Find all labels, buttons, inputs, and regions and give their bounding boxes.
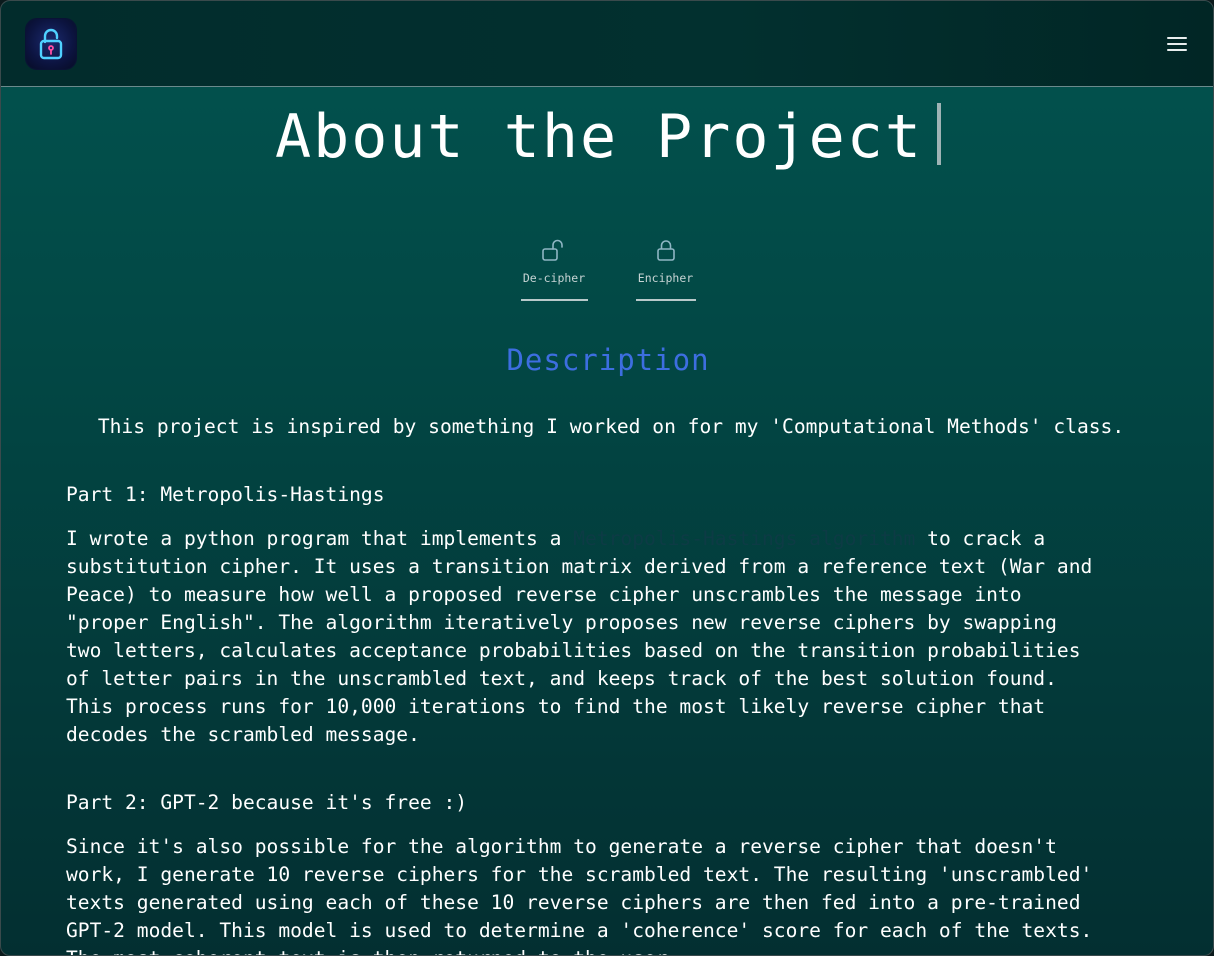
page-title: About the Project <box>1 101 1213 173</box>
part2-line: work, I generate 10 reverse ciphers for … <box>66 863 1093 886</box>
part2-line: Since it's also possible for the algorit… <box>66 835 1057 858</box>
part1-line: "proper English". The algorithm iterativ… <box>66 611 1057 634</box>
part1-line: two letters, calculates acceptance proba… <box>66 639 1081 662</box>
tab-encipher-underline <box>635 299 696 301</box>
tab-decipher-label: De-cipher <box>522 271 586 285</box>
part1-line-text: I wrote a python program that implements… <box>66 527 574 550</box>
tab-decipher-underline <box>520 299 588 301</box>
padlock-open-icon <box>39 28 63 60</box>
part1-line: Peace) to measure how well a proposed re… <box>66 583 1022 606</box>
part1-line: I wrote a python program that implements… <box>66 525 1156 553</box>
part1-line: of letter pairs in the unscrambled text,… <box>66 667 1057 690</box>
browser-viewport: About the Project De-cipher Encipher Des… <box>0 0 1214 956</box>
unlock-icon <box>542 239 563 261</box>
part1-paragraph: I wrote a python program that implements… <box>66 525 1156 749</box>
part1-heading: Part 1: Metropolis-Hastings <box>66 483 385 506</box>
tab-decipher[interactable]: De-cipher <box>520 237 588 301</box>
part1-line: substitution cipher. It uses a transitio… <box>66 555 1093 578</box>
metropolis-hastings-link[interactable]: Metropolis-Hastings algorithm <box>573 527 915 550</box>
navbar <box>1 1 1213 87</box>
tab-encipher[interactable]: Encipher <box>635 237 696 301</box>
part2-heading: Part 2: GPT-2 because it's free :) <box>66 791 468 814</box>
lock-icon <box>656 240 675 261</box>
part2-line: texts generated using each of these 10 r… <box>66 891 1081 914</box>
part2-line: GPT-2 model. This model is used to deter… <box>66 919 1093 942</box>
typing-caret <box>937 103 942 165</box>
intro-text: This project is inspired by something I … <box>97 415 1125 438</box>
hamburger-menu-icon[interactable] <box>1167 37 1187 53</box>
description-heading: Description <box>506 343 710 377</box>
part1-line: decodes the scrambled message. <box>66 723 420 746</box>
part1-line-text: to crack a <box>915 527 1046 550</box>
cipher-tabs: De-cipher Encipher <box>1 237 1213 301</box>
part1-line: This process runs for 10,000 iterations … <box>66 695 1046 718</box>
logo-link[interactable] <box>26 19 76 69</box>
tab-encipher-label: Encipher <box>637 271 694 285</box>
page-title-text: About the Project <box>274 102 924 172</box>
description-content: This project is inspired by something I … <box>66 411 1156 955</box>
part2-line: The most coherent text is then returned … <box>66 945 1156 955</box>
part2-paragraph: Since it's also possible for the algorit… <box>66 833 1156 955</box>
